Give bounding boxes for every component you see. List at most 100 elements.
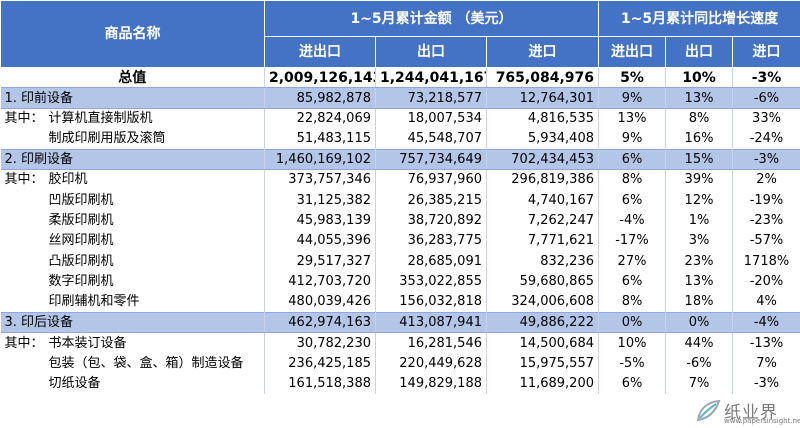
product-name-cell: 3. 印后设备 xyxy=(0,311,265,334)
amount-export-cell: 76,937,960 xyxy=(375,169,487,190)
amount-export-cell: 18,007,534 xyxy=(375,108,487,129)
product-name: 凹版印刷机 xyxy=(48,192,114,208)
growth-import-cell: 33% xyxy=(732,108,800,129)
amount-total-cell: 22,824,069 xyxy=(264,108,376,129)
table-header: 商品名称 1~5月累计金额 （美元） 1~5月累计同比增长速度 进出口 出口 进… xyxy=(0,0,800,68)
amount-export-cell: 26,385,215 xyxy=(375,189,487,211)
trade-data-table: 商品名称 1~5月累计金额 （美元） 1~5月累计同比增长速度 进出口 出口 进… xyxy=(0,0,800,394)
growth-total-cell: -4% xyxy=(598,210,666,231)
product-name: 凸版印刷机 xyxy=(48,253,114,269)
growth-import-cell: 7% xyxy=(732,352,800,374)
product-name: 1. 印前设备 xyxy=(4,90,74,106)
amount-export-cell: 16,281,546 xyxy=(375,332,487,353)
product-name-cell: 包装（包、袋、盒、箱）制造设备 xyxy=(0,352,265,374)
growth-import-cell: -23% xyxy=(732,210,800,231)
amount-export-cell: 353,022,855 xyxy=(375,271,487,292)
growth-total-cell: 6% xyxy=(598,271,666,292)
header-growth-total: 进出口 xyxy=(598,36,666,68)
amount-import-cell: 49,886,222 xyxy=(486,311,599,334)
product-name-cell: 2. 印刷设备 xyxy=(0,148,265,170)
product-name-cell: 数字印刷机 xyxy=(0,271,265,292)
product-name: 丝网印刷机 xyxy=(48,233,114,249)
amount-total-cell: 462,974,163 xyxy=(264,311,376,334)
growth-total-cell: 5% xyxy=(598,67,666,89)
growth-export-cell: 44% xyxy=(665,332,733,353)
growth-export-cell: 12% xyxy=(665,189,733,211)
growth-export-cell: 13% xyxy=(665,87,733,109)
amount-import-cell: 5,934,408 xyxy=(486,128,599,150)
table-row: 包装（包、袋、盒、箱）制造设备 236,425,185 220,449,628 15,… xyxy=(0,352,800,374)
product-name-cell: 凹版印刷机 xyxy=(0,189,265,211)
amount-total-cell: 1,460,169,102 xyxy=(264,148,376,170)
growth-import-cell: -3% xyxy=(732,373,800,394)
amount-import-cell: 7,262,247 xyxy=(486,210,599,231)
amount-export-cell: 36,283,775 xyxy=(375,230,487,252)
table-row: 丝网印刷机 44,055,396 36,283,775 7,771,621 -17% 3%… xyxy=(0,230,800,252)
product-name: 数字印刷机 xyxy=(48,274,114,290)
growth-export-cell: 16% xyxy=(665,128,733,150)
growth-import-cell: -3% xyxy=(732,148,800,170)
table-row: 凸版印刷机 29,517,327 28,685,091 832,236 27% 23% 17… xyxy=(0,251,800,272)
amount-total-cell: 29,517,327 xyxy=(264,251,376,272)
product-name: 包装（包、袋、盒、箱）制造设备 xyxy=(48,355,244,371)
amount-export-cell: 220,449,628 xyxy=(375,352,487,374)
growth-import-cell: -6% xyxy=(732,87,800,109)
amount-total-cell: 44,055,396 xyxy=(264,230,376,252)
watermark-url: www.papersinsight.net xyxy=(724,417,800,425)
row-prefix: 其中： xyxy=(4,172,44,188)
growth-total-cell: 8% xyxy=(598,291,666,313)
product-name-cell: 其中： 胶印机 xyxy=(0,169,265,190)
amount-import-cell: 324,006,608 xyxy=(486,291,599,313)
amount-total-cell: 373,757,346 xyxy=(264,169,376,190)
amount-export-cell: 156,032,818 xyxy=(375,291,487,313)
growth-total-cell: -5% xyxy=(598,352,666,374)
amount-total-cell: 45,983,139 xyxy=(264,210,376,231)
growth-export-cell: 13% xyxy=(665,271,733,292)
growth-import-cell: -20% xyxy=(732,271,800,292)
growth-import-cell: -3% xyxy=(732,67,800,89)
growth-total-cell: 10% xyxy=(598,332,666,353)
product-name-cell: 印刷辅机和零件 xyxy=(0,291,265,313)
growth-import-cell: -57% xyxy=(732,230,800,252)
table-row: 其中： 书本装订设备 30,782,230 16,281,546 14,500,684 1… xyxy=(0,332,800,353)
table-row: 数字印刷机 412,703,720 353,022,855 59,680,865 6% 1… xyxy=(0,271,800,292)
table-row: 凹版印刷机 31,125,382 26,385,215 4,740,167 6% 12% -… xyxy=(0,189,800,211)
amount-total-cell: 412,703,720 xyxy=(264,271,376,292)
amount-import-cell: 765,084,976 xyxy=(486,67,599,89)
product-name-cell: 切纸设备 xyxy=(0,373,265,394)
product-name-cell: 柔版印刷机 xyxy=(0,210,265,231)
amount-export-cell: 149,829,188 xyxy=(375,373,487,394)
header-product-name: 商品名称 xyxy=(0,0,265,68)
growth-export-cell: 3% xyxy=(665,230,733,252)
amount-total-cell: 51,483,115 xyxy=(264,128,376,150)
product-name: 2. 印刷设备 xyxy=(4,151,74,167)
header-cumulative-amount: 1~5月累计金额 （美元） xyxy=(264,0,599,37)
amount-import-cell: 12,764,301 xyxy=(486,87,599,109)
growth-export-cell: 23% xyxy=(665,251,733,272)
product-name: 切纸设备 xyxy=(48,376,101,392)
growth-export-cell: 39% xyxy=(665,169,733,190)
amount-total-cell: 480,039,426 xyxy=(264,291,376,313)
amount-total-cell: 236,425,185 xyxy=(264,352,376,374)
product-name: 书本装订设备 xyxy=(48,335,127,351)
growth-total-cell: 9% xyxy=(598,128,666,150)
amount-import-cell: 59,680,865 xyxy=(486,271,599,292)
category-row: 1. 印前设备 85,982,878 73,218,577 12,764,301 9% 1… xyxy=(0,87,800,109)
amount-import-cell: 11,689,200 xyxy=(486,373,599,394)
amount-export-cell: 413,087,941 xyxy=(375,311,487,334)
total-row: 总值 2,009,126,143 1,244,041,167 765,084,976 5… xyxy=(0,67,800,89)
growth-import-cell: 2% xyxy=(732,169,800,190)
header-amount-total: 进出口 xyxy=(264,36,376,68)
growth-total-cell: 6% xyxy=(598,189,666,211)
product-name-cell: 总值 xyxy=(0,67,265,89)
product-name: 印刷辅机和零件 xyxy=(48,294,140,310)
product-name-cell: 1. 印前设备 xyxy=(0,87,265,109)
growth-export-cell: 10% xyxy=(665,67,733,89)
amount-import-cell: 7,771,621 xyxy=(486,230,599,252)
growth-export-cell: -6% xyxy=(665,352,733,374)
product-name: 计算机直接制版机 xyxy=(48,111,153,127)
category-row: 3. 印后设备 462,974,163 413,087,941 49,886,222 0… xyxy=(0,311,800,334)
growth-import-cell: -24% xyxy=(732,128,800,150)
growth-total-cell: -17% xyxy=(598,230,666,252)
amount-import-cell: 15,975,557 xyxy=(486,352,599,374)
